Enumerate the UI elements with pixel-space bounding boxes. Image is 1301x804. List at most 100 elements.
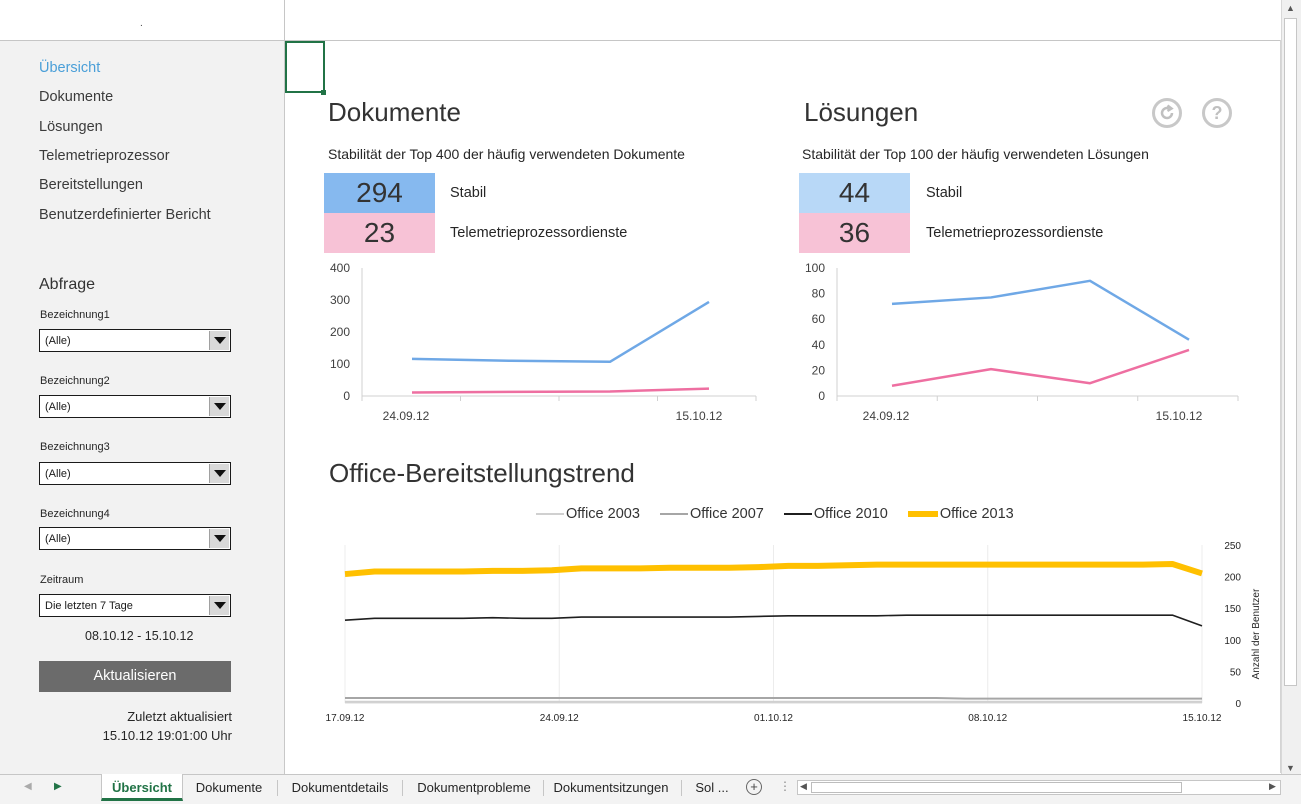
tab-separator xyxy=(402,780,403,796)
tab-dokumentdetails[interactable]: Dokumentdetails xyxy=(281,774,399,800)
legend-swatch xyxy=(783,513,812,516)
y-tick-label: 60 xyxy=(812,312,826,326)
add-sheet-icon[interactable]: + xyxy=(746,779,762,795)
x-tick-label: 15.10.12 xyxy=(1156,409,1203,423)
query-heading: Abfrage xyxy=(39,276,96,293)
tab-more[interactable]: Sol ... xyxy=(686,774,738,800)
help-icon[interactable]: ? xyxy=(1202,98,1232,128)
y-tick-label: 400 xyxy=(330,261,350,275)
chevron-down-icon[interactable] xyxy=(209,331,229,350)
tab-scroll-right-icon[interactable]: ▶ xyxy=(54,781,62,792)
refresh-button[interactable]: Aktualisieren xyxy=(39,661,231,692)
tab-separator xyxy=(681,780,682,796)
y-tick-label: 0 xyxy=(343,389,350,403)
scroll-right-icon[interactable]: ▶ xyxy=(1269,781,1276,792)
tab-separator xyxy=(277,780,278,796)
telemetry-series-line xyxy=(891,348,1190,387)
nav-item-bereitstellungen[interactable]: Bereitstellungen xyxy=(39,177,143,193)
tab-dokumentprobleme[interactable]: Dokumentprobleme xyxy=(406,774,542,800)
documents-chart-axes: 0 100 200 300 400 24.09.12 15.10.12 xyxy=(330,261,757,423)
office-2007-line xyxy=(345,696,1202,700)
tab-scroll-left-icon[interactable]: ◀ xyxy=(24,781,32,792)
y-tick-label: 50 xyxy=(1230,667,1242,678)
filter-dropdown-1[interactable]: (Alle) xyxy=(39,329,231,352)
tab-dokumente[interactable]: Dokumente xyxy=(184,774,274,800)
legend-office-2003: Office 2003 xyxy=(536,506,640,522)
scroll-up-icon[interactable]: ▲ xyxy=(1286,3,1295,13)
documents-stable-value: 294 xyxy=(324,173,435,213)
tab-dokumentsitzungen[interactable]: Dokumentsitzungen xyxy=(547,774,675,800)
legend-swatch xyxy=(536,513,564,516)
legend-office-2013: Office 2013 xyxy=(907,506,1014,522)
vertical-scroll-thumb[interactable] xyxy=(1284,18,1297,686)
filter-dropdown-3[interactable]: (Alle) xyxy=(39,462,231,485)
chevron-down-icon[interactable] xyxy=(209,464,229,483)
last-updated-label: Zuletzt aktualisiert xyxy=(127,709,232,724)
y-tick-label: 150 xyxy=(1224,604,1241,615)
documents-chart: 0 100 200 300 400 24.09.12 15.10.12 xyxy=(330,261,757,423)
y-axis-title: Anzahl der Benutzer xyxy=(1251,588,1260,679)
legend-office-2007: Office 2007 xyxy=(659,506,764,522)
stable-series-line xyxy=(891,279,1190,341)
solutions-chart-axes: 0 20 40 60 80 100 24.09.12 15.10.12 xyxy=(805,261,1239,423)
solutions-telemetry-value: 36 xyxy=(799,213,910,253)
x-tick-label: 24.09.12 xyxy=(540,713,579,724)
filter-value-3: (Alle) xyxy=(45,468,71,480)
y-tick-label: 0 xyxy=(818,389,825,403)
timeframe-value: Die letzten 7 Tage xyxy=(45,600,133,612)
chevron-down-icon[interactable] xyxy=(209,529,229,548)
filter-value-2: (Alle) xyxy=(45,401,71,413)
formula-bar-area xyxy=(0,0,1281,40)
trend-title: Office-Bereitstellungstrend xyxy=(329,458,635,488)
y-tick-label: 250 xyxy=(1224,541,1241,552)
y-tick-label: 100 xyxy=(330,357,350,371)
y-tick-label: 300 xyxy=(330,293,350,307)
legend-label: Office 2007 xyxy=(689,506,764,522)
legend-swatch xyxy=(907,511,938,518)
solutions-telemetry-label: Telemetrieprozessordienste xyxy=(926,225,1104,241)
fill-handle[interactable] xyxy=(321,90,326,95)
timeframe-label: Zeitraum xyxy=(40,574,84,586)
selected-cell[interactable] xyxy=(285,41,325,93)
date-range: 08.10.12 - 15.10.12 xyxy=(85,629,194,643)
filter-label-1: Bezeichnung1 xyxy=(40,309,110,321)
x-tick-label: 24.09.12 xyxy=(383,409,430,423)
filter-dropdown-4[interactable]: (Alle) xyxy=(39,527,231,550)
nav-item-telemetrieprozessor[interactable]: Telemetrieprozessor xyxy=(39,148,170,164)
documents-title: Dokumente xyxy=(328,97,461,127)
chevron-down-icon[interactable] xyxy=(209,397,229,416)
tab-uebersicht[interactable]: Übersicht xyxy=(101,774,183,801)
filter-value-1: (Alle) xyxy=(45,335,71,347)
x-tick-label: 15.10.12 xyxy=(676,409,723,423)
nav-item-loesungen[interactable]: Lösungen xyxy=(39,119,103,135)
timeframe-dropdown[interactable]: Die letzten 7 Tage xyxy=(39,594,231,617)
tab-separator xyxy=(543,780,544,796)
y-tick-label: 20 xyxy=(812,363,826,377)
solutions-subtitle: Stabilität der Top 100 der häufig verwen… xyxy=(802,146,1149,162)
y-tick-label: 200 xyxy=(1224,573,1241,584)
refresh-icon[interactable] xyxy=(1152,98,1182,128)
filter-label-4: Bezeichnung4 xyxy=(40,508,110,520)
chevron-down-icon[interactable] xyxy=(209,596,229,615)
tab-splitter-icon[interactable]: ⋮ xyxy=(779,779,791,793)
trend-legend: Office 2003 Office 2007 Office 2010 Offi… xyxy=(536,506,1030,522)
nav-item-dokumente[interactable]: Dokumente xyxy=(39,89,113,105)
y-tick-label: 100 xyxy=(1224,636,1241,647)
filter-dropdown-2[interactable]: (Alle) xyxy=(39,395,231,418)
horizontal-scroll-thumb[interactable] xyxy=(811,782,1182,793)
y-tick-label: 40 xyxy=(812,338,826,352)
last-updated-value: 15.10.12 19:01:00 Uhr xyxy=(102,728,232,743)
name-box-dot: . xyxy=(140,18,143,29)
nav-item-uebersicht[interactable]: Übersicht xyxy=(39,60,100,76)
x-tick-label: 15.10.12 xyxy=(1183,713,1222,724)
filter-label-2: Bezeichnung2 xyxy=(40,375,110,387)
documents-telemetry-value: 23 xyxy=(324,213,435,253)
nav-item-benutzerdefinierter-bericht[interactable]: Benutzerdefinierter Bericht xyxy=(39,207,211,223)
y-tick-label: 100 xyxy=(805,261,825,275)
name-box-separator xyxy=(284,0,285,40)
scroll-down-icon[interactable]: ▼ xyxy=(1286,763,1295,773)
legend-swatch xyxy=(659,513,688,516)
documents-subtitle: Stabilität der Top 400 der häufig verwen… xyxy=(328,146,685,162)
scroll-left-icon[interactable]: ◀ xyxy=(800,781,807,792)
y-tick-label: 200 xyxy=(330,325,350,339)
